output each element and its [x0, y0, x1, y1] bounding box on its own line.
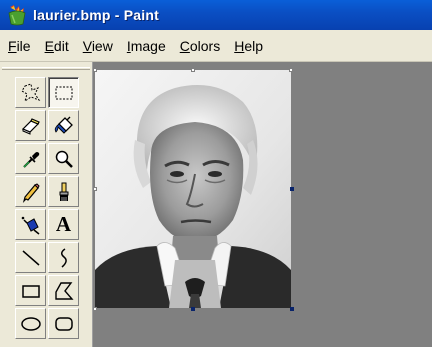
rectangle-icon	[21, 284, 40, 298]
tool-curve[interactable]	[48, 242, 79, 273]
rounded-rectangle-icon	[54, 316, 73, 331]
menu-help[interactable]: Help	[227, 35, 270, 57]
pencil-icon	[22, 182, 40, 203]
menu-colors[interactable]: Colors	[173, 35, 227, 57]
tool-free-form-select[interactable]	[15, 77, 46, 108]
resize-handle-bottom-right[interactable]	[290, 307, 294, 311]
resize-handle-top-center	[191, 68, 195, 72]
line-icon	[22, 249, 39, 266]
tool-rounded-rectangle[interactable]	[48, 308, 79, 339]
menu-bar: File Edit View Image Colors Help	[0, 30, 432, 62]
tool-rectangle[interactable]	[15, 275, 46, 306]
tool-text[interactable]: A	[48, 209, 79, 240]
tool-grid: A	[14, 76, 80, 340]
airbrush-icon	[21, 216, 39, 235]
text-icon: A	[55, 212, 72, 236]
canvas-workspace	[93, 62, 432, 347]
tool-fill-with-color[interactable]	[48, 110, 79, 141]
resize-handle-middle-left	[93, 187, 97, 191]
toolbox-grip[interactable]	[2, 67, 90, 70]
tool-pick-color[interactable]	[15, 143, 46, 174]
tool-select[interactable]	[48, 77, 79, 108]
tool-line[interactable]	[15, 242, 46, 273]
rect-select-icon	[55, 86, 72, 99]
window-title: laurier.bmp - Paint	[33, 7, 159, 23]
resize-handle-bottom-left	[93, 307, 97, 311]
image-canvas[interactable]	[95, 70, 291, 308]
resize-handle-top-left	[93, 68, 97, 72]
tool-magnifier[interactable]	[48, 143, 79, 174]
tool-ellipse[interactable]	[15, 308, 46, 339]
tool-eraser[interactable]	[15, 110, 46, 141]
menu-view[interactable]: View	[76, 35, 120, 57]
eraser-icon	[21, 117, 40, 135]
resize-handle-bottom-center[interactable]	[191, 307, 195, 311]
tool-airbrush[interactable]	[15, 209, 46, 240]
tool-box: A	[0, 62, 93, 347]
tool-polygon[interactable]	[48, 275, 79, 306]
curve-icon	[60, 247, 67, 268]
menu-image[interactable]: Image	[120, 35, 173, 57]
tool-pencil[interactable]	[15, 176, 46, 207]
paint-bucket-icon	[54, 116, 73, 134]
polygon-icon	[54, 281, 74, 300]
menu-file[interactable]: File	[0, 35, 38, 57]
resize-handle-top-right	[289, 68, 293, 72]
menu-edit[interactable]: Edit	[38, 35, 76, 57]
eyedropper-icon	[22, 151, 39, 168]
ellipse-icon	[20, 316, 41, 331]
magnifier-icon	[55, 150, 73, 168]
paint-app-icon[interactable]	[6, 4, 28, 26]
resize-handle-middle-right[interactable]	[290, 187, 294, 191]
free-form-select-icon	[20, 82, 40, 102]
title-bar: laurier.bmp - Paint	[0, 0, 432, 30]
brush-icon	[59, 182, 68, 201]
tool-brush[interactable]	[48, 176, 79, 207]
